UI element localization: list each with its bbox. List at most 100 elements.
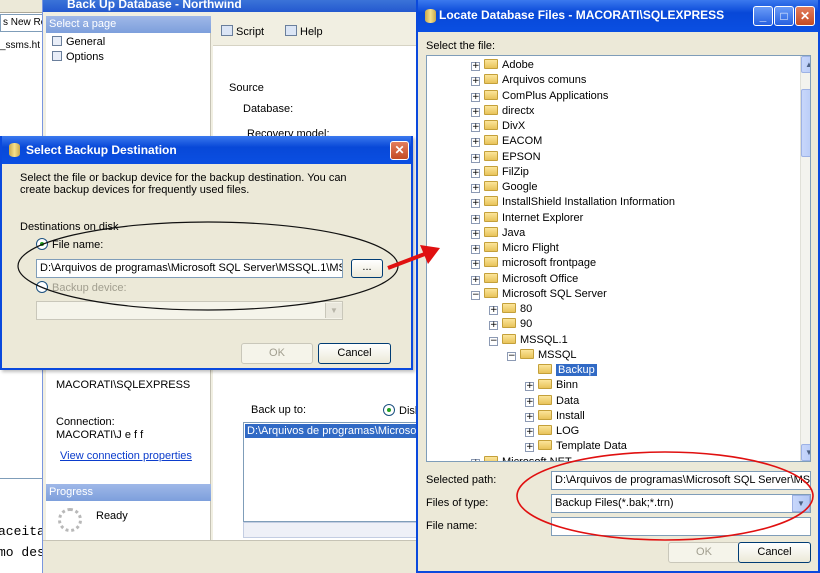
collapse-icon[interactable]: − (507, 351, 516, 361)
vertical-scrollbar[interactable]: ▲ ▼ (800, 56, 810, 461)
tree-folder-item[interactable]: + Data (525, 394, 579, 409)
maximize-button[interactable]: □ (774, 6, 794, 26)
folder-tree[interactable]: + Microsoft.NET + Template Data + LOG + Install… (426, 55, 811, 462)
tree-folder-item[interactable]: + EPSON (471, 150, 541, 165)
tree-folder-item[interactable]: + Google (471, 180, 537, 195)
tree-folder-item[interactable]: + microsoft frontpage (471, 256, 596, 271)
expand-icon[interactable]: + (471, 92, 480, 102)
tree-item-label: Microsoft SQL Server (502, 287, 607, 300)
chevron-down-icon[interactable]: ▼ (792, 495, 810, 512)
expand-icon[interactable]: + (471, 260, 480, 270)
scroll-up-icon[interactable]: ▲ (801, 56, 810, 73)
page-item-general[interactable]: General (52, 35, 105, 50)
tree-item-label: microsoft frontpage (502, 257, 597, 270)
expand-icon[interactable]: + (471, 275, 480, 285)
cancel-button[interactable]: Cancel (318, 343, 391, 364)
tree-folder-item[interactable]: − MSSQL (507, 348, 577, 363)
page-item-options[interactable]: Options (52, 50, 104, 65)
tree-folder-item[interactable]: − Microsoft SQL Server (471, 287, 607, 302)
tree-folder-item[interactable]: + Internet Explorer (471, 211, 583, 226)
scroll-thumb[interactable] (801, 89, 810, 157)
expand-icon[interactable]: + (489, 321, 498, 331)
tree-item-label: Internet Explorer (502, 211, 584, 224)
backup-device-radio[interactable]: Backup device: (36, 281, 127, 294)
file-name-field[interactable]: D:\Arquivos de programas\Microsoft SQL S… (36, 259, 343, 278)
expand-icon[interactable]: + (471, 458, 480, 461)
tree-folder-item[interactable]: Backup (525, 363, 597, 378)
browse-button[interactable]: ... (351, 259, 383, 278)
folder-icon (538, 425, 552, 435)
tree-folder-item[interactable]: + DivX (471, 119, 525, 134)
file-name-input[interactable] (551, 517, 811, 536)
help-button[interactable]: Help (285, 24, 323, 40)
expand-icon[interactable]: + (471, 229, 480, 239)
tree-item-label: EACOM (502, 135, 543, 148)
expand-icon[interactable]: + (471, 123, 480, 132)
tree-folder-item[interactable]: + Micro Flight (471, 241, 559, 256)
server-name: MACORATI\SQLEXPRESS (56, 379, 191, 391)
expand-icon[interactable]: + (525, 397, 534, 407)
tree-folder-item[interactable]: +80 (489, 302, 532, 317)
tree-folder-item[interactable]: + Microsoft.NET (471, 455, 572, 461)
tree-folder-item[interactable]: + Arquivos comuns (471, 73, 586, 88)
tree-folder-item[interactable]: + InstallShield Installation Information (471, 195, 675, 210)
expand-icon[interactable]: + (489, 306, 498, 315)
tree-folder-item[interactable]: + Java (471, 226, 525, 241)
expand-icon[interactable]: + (471, 62, 480, 71)
cancel-button[interactable]: Cancel (738, 542, 811, 563)
expand-icon[interactable]: + (525, 443, 534, 453)
minimize-button[interactable]: _ (753, 6, 773, 26)
tree-folder-item[interactable]: + Install (525, 409, 585, 424)
expand-icon[interactable]: + (471, 184, 480, 193)
tree-folder-item[interactable]: + EACOM (471, 134, 542, 149)
collapse-icon[interactable]: − (471, 290, 480, 300)
connection-label: Connection: (56, 416, 115, 428)
expand-icon[interactable]: + (471, 153, 480, 163)
collapse-icon[interactable]: − (489, 336, 498, 346)
tree-folder-item[interactable]: + ComPlus Applications (471, 89, 608, 104)
tree-folder-item[interactable]: + Microsoft Office (471, 272, 578, 287)
script-button[interactable]: Script (221, 24, 264, 40)
expand-icon[interactable]: + (525, 428, 534, 437)
tree-folder-item[interactable]: +90 (489, 317, 532, 332)
font-name-box[interactable]: s New Ro (0, 14, 46, 32)
destination-list-item[interactable]: D:\Arquivos de programas\Microsoft SQL S… (245, 424, 421, 438)
expand-icon[interactable]: + (471, 138, 480, 148)
close-button[interactable]: ✕ (390, 141, 409, 160)
radio-dot-icon (36, 238, 48, 250)
horizontal-scrollbar[interactable] (243, 522, 421, 538)
expand-icon[interactable]: + (471, 245, 480, 254)
document-file-tab[interactable]: _ssms.ht (0, 40, 46, 56)
folder-icon (520, 348, 534, 359)
expand-icon[interactable]: + (471, 199, 480, 209)
folder-icon (484, 150, 498, 161)
view-connection-properties-link[interactable]: View connection properties (60, 450, 192, 462)
ok-button[interactable]: OK (241, 343, 313, 364)
selected-path-field[interactable]: D:\Arquivos de programas\Microsoft SQL S… (551, 471, 811, 490)
expand-icon[interactable]: + (471, 77, 480, 87)
file-name-radio[interactable]: File name: (36, 238, 103, 251)
expand-icon[interactable]: + (471, 214, 480, 224)
close-button[interactable]: ✕ (795, 6, 815, 26)
tree-folder-item[interactable]: + Adobe (471, 58, 534, 73)
disk-radio[interactable]: Disk (383, 404, 420, 417)
tree-item-label: InstallShield Installation Information (502, 196, 676, 209)
ok-button[interactable]: OK (668, 542, 740, 563)
scroll-down-icon[interactable]: ▼ (801, 444, 810, 461)
expand-icon[interactable]: + (471, 168, 480, 178)
database-icon (9, 143, 20, 157)
expand-icon[interactable]: + (525, 382, 534, 392)
tree-folder-item[interactable]: + directx (471, 104, 534, 119)
backup-device-select[interactable]: ▼ (36, 301, 343, 320)
tree-folder-item[interactable]: − MSSQL.1 (489, 333, 568, 348)
folder-icon (502, 318, 516, 329)
tree-folder-item[interactable]: + FilZip (471, 165, 529, 180)
expand-icon[interactable]: + (525, 412, 534, 422)
destination-list[interactable]: D:\Arquivos de programas\Microsoft SQL S… (243, 422, 421, 522)
tree-folder-item[interactable]: + Binn (525, 378, 578, 393)
tree-folder-item[interactable]: + LOG (525, 424, 579, 439)
files-of-type-select[interactable]: Backup Files(*.bak;*.trn) ▼ (551, 494, 811, 513)
progress-header: Progress (46, 484, 211, 501)
expand-icon[interactable]: + (471, 107, 480, 117)
tree-folder-item[interactable]: + Template Data (525, 439, 627, 454)
